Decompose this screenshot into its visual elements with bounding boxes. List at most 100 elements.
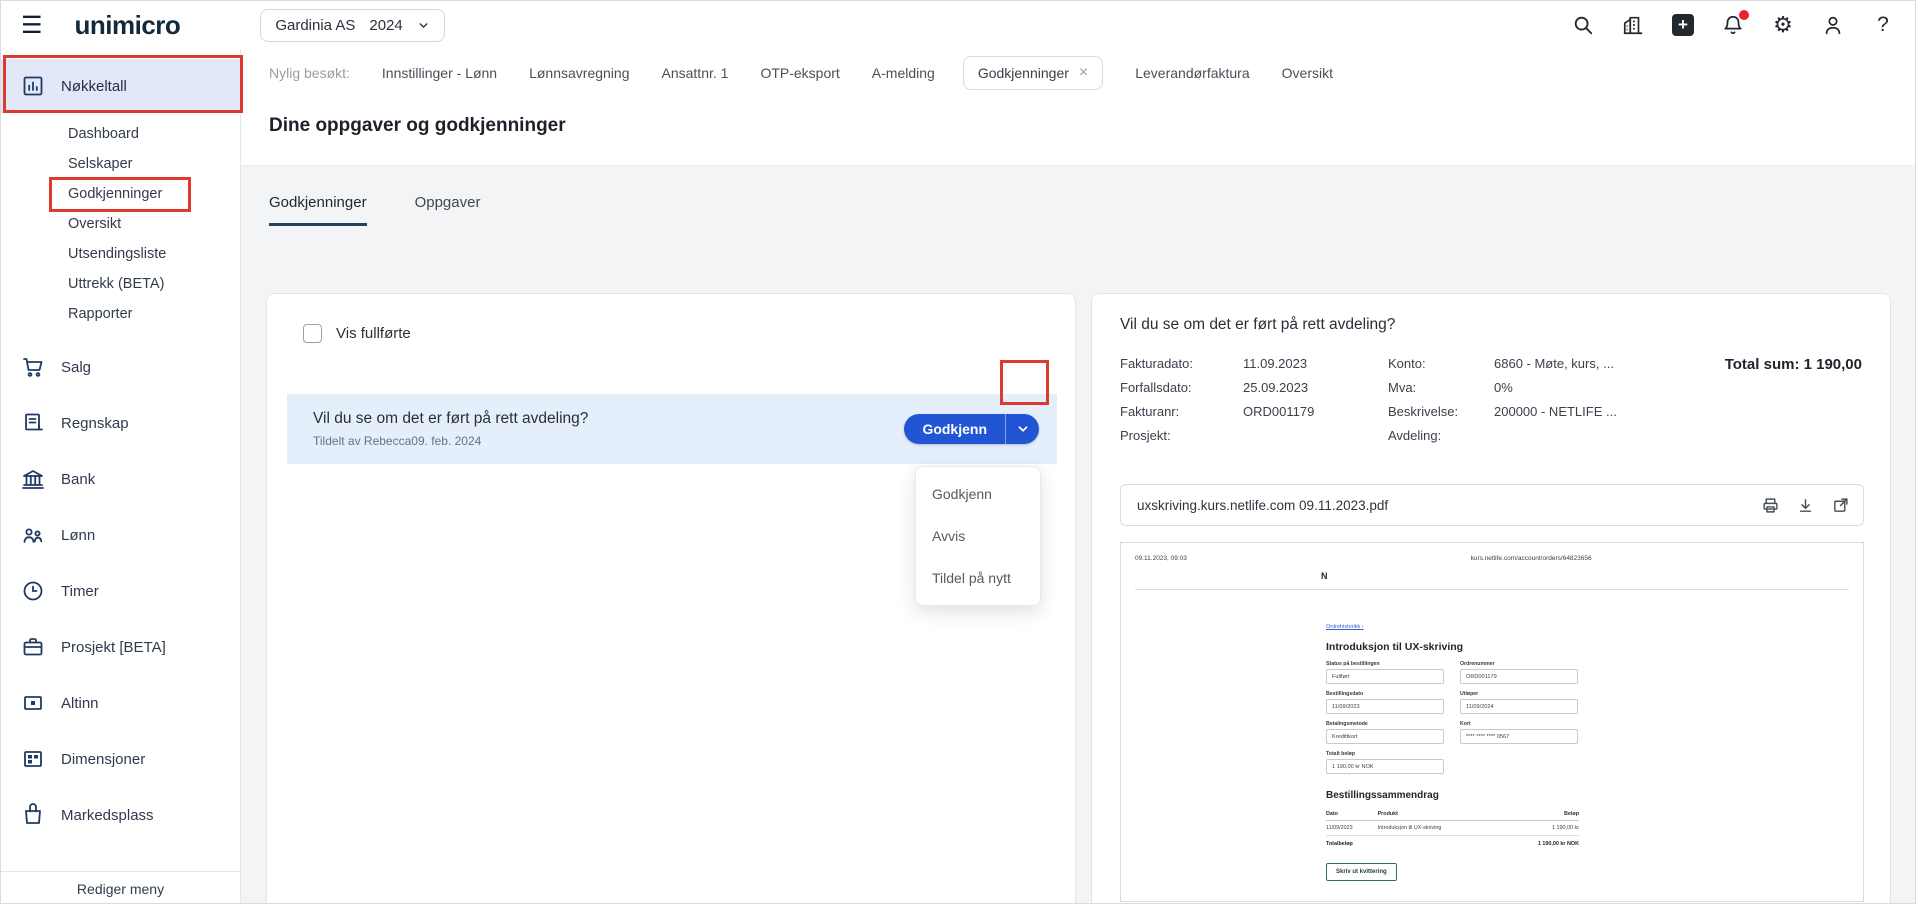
attachment-row[interactable]: uxskriving.kurs.netlife.com 09.11.2023.p… — [1120, 484, 1864, 526]
menu-item-avvis[interactable]: Avvis — [916, 515, 1040, 557]
create-new-icon[interactable]: + — [1671, 13, 1695, 37]
sidebar-item-dimensjoner[interactable]: Dimensjoner — [1, 731, 241, 787]
bar-chart-icon — [21, 74, 45, 98]
total-label: Totalbeløp — [1326, 841, 1353, 847]
sidebar-item-rapporter[interactable]: Rapporter — [1, 299, 241, 329]
pdf-preview[interactable]: 09.11.2023, 09:03 kurs.netlife.com/accou… — [1120, 542, 1864, 902]
sidebar-item-godkjenninger[interactable]: Godkjenninger — [1, 179, 241, 209]
app-window: ☰ unimicro Gardinia AS 2024 + ⚙ ? Nøkkel… — [0, 0, 1916, 904]
cell-date: 11/09/2023 — [1326, 820, 1378, 836]
pdf-breadcrumb-link: Ordrehistorikk › — [1326, 624, 1364, 630]
view-tabs: Godkjenninger Oppgaver — [269, 194, 480, 226]
pdf-field-value: **** **** **** 0567 — [1460, 729, 1578, 744]
menu-item-godkjenn[interactable]: Godkjenn — [916, 473, 1040, 515]
sidebar-item-utsendingsliste[interactable]: Utsendingsliste — [1, 239, 241, 269]
edit-menu-button[interactable]: Rediger meny — [1, 871, 240, 903]
sidebar-item-markedsplass[interactable]: Markedsplass — [1, 787, 241, 843]
sidebar-item-altinn[interactable]: Altinn — [1, 675, 241, 731]
recent-tab-innstillinger-lonn[interactable]: Innstillinger - Lønn — [382, 65, 497, 81]
recently-visited-bar: Nylig besøkt: Innstillinger - Lønn Lønns… — [241, 49, 1915, 97]
table-total-row: Totalbeløp 1 190,00 kr NOK — [1326, 836, 1579, 852]
printer-icon[interactable] — [1762, 497, 1779, 514]
pdf-field-label: Bestillingsdato — [1326, 691, 1364, 697]
recent-tab-a-melding[interactable]: A-melding — [872, 65, 935, 81]
notifications-bell-icon[interactable] — [1721, 10, 1749, 37]
help-icon[interactable]: ? — [1871, 13, 1895, 37]
close-icon[interactable]: × — [1079, 65, 1088, 81]
notification-dot — [1739, 10, 1749, 20]
pdf-heading: Introduksjon til UX-skriving — [1326, 641, 1464, 653]
recent-tab-lonnsavregning[interactable]: Lønnsavregning — [529, 65, 629, 81]
sidebar-item-bank[interactable]: Bank — [1, 451, 241, 507]
approval-assigned: Tildelt av Rebecca09. feb. 2024 — [313, 434, 482, 448]
approve-button[interactable]: Godkjenn — [904, 414, 1005, 444]
sidebar-item-dashboard[interactable]: Dashboard — [1, 119, 241, 149]
pdf-field-label: Ordrenummer — [1460, 661, 1495, 667]
total-sum: Total sum: 1 190,00 — [1724, 356, 1862, 373]
recent-tab-otp-eksport[interactable]: OTP-eksport — [760, 65, 839, 81]
checkbox-label: Vis fullførte — [336, 325, 411, 342]
field-label: Prosjekt: — [1120, 428, 1171, 443]
cart-icon — [21, 355, 45, 379]
sidebar-item-salg[interactable]: Salg — [1, 339, 241, 395]
sidebar-item-lonn[interactable]: Lønn — [1, 507, 241, 563]
sidebar-item-prosjekt[interactable]: Prosjekt [BETA] — [1, 619, 241, 675]
pdf-fields: Status på bestillingen Fullført Ordrenumm… — [1326, 661, 1586, 774]
open-external-icon[interactable] — [1832, 497, 1849, 514]
attachment-actions — [1762, 497, 1849, 514]
field-label: Konto: — [1388, 356, 1426, 371]
tab-godkjenninger[interactable]: Godkjenninger — [269, 194, 367, 226]
field-label: Mva: — [1388, 380, 1417, 395]
approvals-card: Vis fullførte Vil du se om det er ført p… — [266, 293, 1076, 903]
buildings-icon[interactable] — [1621, 13, 1645, 37]
sidebar-item-label: Altinn — [61, 694, 99, 712]
sidebar-item-oversikt[interactable]: Oversikt — [1, 209, 241, 239]
column-header: Dato — [1326, 808, 1378, 821]
recent-tab-oversikt[interactable]: Oversikt — [1282, 65, 1333, 81]
field-value: 6860 - Møte, kurs, ... — [1494, 356, 1614, 371]
search-icon[interactable] — [1571, 13, 1595, 37]
field-label: Fakturanr: — [1120, 404, 1180, 419]
show-completed-checkbox-row[interactable]: Vis fullførte — [303, 324, 411, 343]
sidebar-item-label: Regnskap — [61, 414, 129, 432]
title-band: Dine oppgaver og godkjenninger — [241, 97, 1915, 166]
pdf-field-value: Kredittkort — [1326, 729, 1444, 744]
field-value: 0% — [1494, 380, 1513, 395]
company-selector[interactable]: Gardinia AS 2024 — [260, 8, 445, 42]
sidebar-item-label: Salg — [61, 358, 92, 376]
user-icon[interactable] — [1821, 13, 1845, 37]
recently-visited-label: Nylig besøkt: — [269, 65, 350, 81]
print-receipt-button: Skriv ut kvittering — [1326, 863, 1397, 881]
menu-item-tildel-pa-nytt[interactable]: Tildel på nytt — [916, 557, 1040, 599]
gear-icon[interactable]: ⚙ — [1771, 13, 1795, 37]
field-label: Fakturadato: — [1120, 356, 1193, 371]
pdf-field-value: 11/09/2023 — [1326, 699, 1444, 714]
sidebar-item-selskaper[interactable]: Selskaper — [1, 149, 241, 179]
detail-title: Vil du se om det er ført på rett avdelin… — [1120, 316, 1396, 333]
cell-amount: 1 190,00 kr — [1500, 820, 1579, 836]
sidebar-item-label: Nøkkeltall — [61, 77, 127, 95]
pdf-url: kurs.netlife.com/account/orders/64823656 — [1470, 555, 1592, 562]
pdf-field-value: ORD001179 — [1460, 669, 1578, 684]
recent-tab-ansattnr[interactable]: Ansattnr. 1 — [662, 65, 729, 81]
altinn-icon — [21, 691, 45, 715]
field-value: 200000 - NETLIFE ... — [1494, 404, 1617, 419]
sidebar-item-nokkeltall[interactable]: Nøkkeltall — [1, 59, 241, 113]
approval-list-item[interactable]: Vil du se om det er ført på rett avdelin… — [287, 394, 1057, 464]
sidebar-item-regnskap[interactable]: Regnskap — [1, 395, 241, 451]
tab-oppgaver[interactable]: Oppgaver — [415, 194, 481, 226]
hamburger-menu-icon[interactable]: ☰ — [21, 11, 43, 40]
recent-tab-godkjenninger-active[interactable]: Godkjenninger × — [962, 56, 1104, 90]
clock-icon — [21, 579, 45, 603]
checkbox[interactable] — [303, 324, 322, 343]
field-label: Avdeling: — [1388, 428, 1442, 443]
sidebar-item-timer[interactable]: Timer — [1, 563, 241, 619]
download-icon[interactable] — [1797, 497, 1814, 514]
approve-dropdown-toggle[interactable] — [1005, 414, 1039, 444]
pdf-field-label: Utløper — [1460, 691, 1479, 697]
recent-tab-leverandorfaktura[interactable]: Leverandørfaktura — [1135, 65, 1249, 81]
sidebar-sub-items: Dashboard Selskaper Godkjenninger Oversi… — [1, 119, 241, 329]
sidebar-item-uttrekk[interactable]: Uttrekk (BETA) — [1, 269, 241, 299]
approval-detail-card: Vil du se om det er ført på rett avdelin… — [1091, 293, 1891, 903]
field-value: ORD001179 — [1243, 404, 1315, 419]
